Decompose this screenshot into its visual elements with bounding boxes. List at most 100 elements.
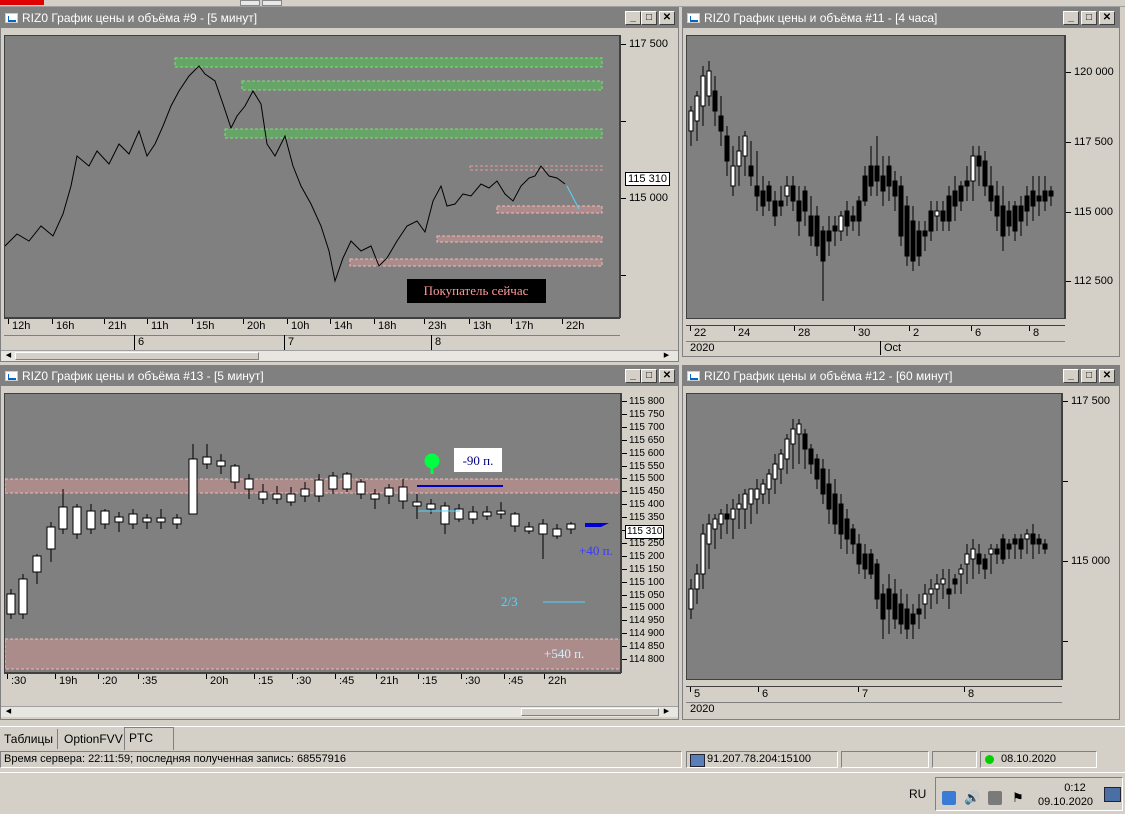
scroll-thumb[interactable] [15, 352, 259, 360]
minimize-button[interactable]: _ [1063, 369, 1079, 383]
candle-body [694, 95, 700, 122]
scroll-left-arrow[interactable]: ◀ [3, 351, 14, 361]
price-plot[interactable] [686, 35, 1065, 319]
scroll-right-arrow[interactable]: ▶ [661, 351, 672, 361]
candle [808, 196, 814, 246]
y-axis-tick [622, 439, 627, 441]
candle [440, 502, 450, 534]
maximize-button[interactable]: □ [641, 369, 657, 383]
title-bar[interactable]: RIZ0 График цены и объёма #13 - [5 минут… [1, 366, 678, 386]
candle [188, 444, 198, 515]
top-strip-button-1[interactable] [240, 0, 260, 6]
maximize-button[interactable]: □ [1081, 11, 1097, 25]
close-button[interactable]: ✕ [659, 369, 675, 383]
y-axis-tick [622, 607, 627, 609]
minimize-button[interactable]: _ [1063, 11, 1079, 25]
x-axis-label: 7 [862, 688, 869, 700]
price-plot[interactable]: Покупатель сейчас [4, 35, 620, 318]
candle [1018, 196, 1024, 236]
close-button[interactable]: ✕ [1099, 11, 1115, 25]
clock-time[interactable]: 0:12 [1050, 782, 1100, 794]
price-line [5, 65, 566, 283]
minimize-button[interactable]: _ [625, 369, 641, 383]
candle-body [856, 543, 862, 565]
top-strip-button-2[interactable] [262, 0, 282, 6]
horizontal-scrollbar[interactable]: ◀ ▶ [1, 706, 678, 717]
close-button[interactable]: ✕ [1099, 369, 1115, 383]
candle [454, 504, 464, 522]
candle-body [952, 190, 958, 207]
candle-body [142, 517, 152, 523]
candle-body [172, 517, 182, 525]
candle [802, 186, 808, 226]
x-axis-label: 16h [56, 320, 75, 332]
candle [934, 201, 940, 231]
price-plot[interactable]: -90 п. +40 п. 2/3 +540 п. [4, 393, 621, 673]
candle [898, 176, 904, 246]
horizontal-scrollbar[interactable]: ◀ ▶ [1, 350, 678, 361]
minimize-button[interactable]: _ [625, 11, 641, 25]
candle-body [994, 195, 1000, 217]
status-empty-panel [932, 751, 977, 768]
candle [100, 509, 110, 529]
window-chart-icon [687, 371, 700, 381]
y-axis-label: 117 500 [629, 38, 668, 50]
title-bar[interactable]: RIZ0 График цены и объёма #11 - [4 часа]… [683, 8, 1119, 28]
price-chart-svg: Покупатель сейчас [5, 57, 603, 303]
plus40-label: +40 п. [579, 543, 613, 558]
flag-icon[interactable]: ⚑ [1012, 791, 1026, 805]
candle [736, 494, 742, 529]
candle [850, 206, 856, 231]
clock-date[interactable]: 09.10.2020 [1038, 796, 1093, 808]
x-axis-tick [335, 674, 336, 679]
tab-tables[interactable]: Таблицы [0, 729, 59, 749]
window-chart-icon [687, 13, 700, 23]
show-desktop-icon[interactable] [1104, 787, 1121, 802]
candle [1006, 201, 1012, 236]
x-axis-label: 15h [196, 320, 215, 332]
candle-body [910, 220, 916, 262]
candle-body [700, 75, 706, 107]
candle [1036, 176, 1042, 216]
candle-body [1012, 538, 1018, 545]
chart-window-12: RIZ0 График цены и объёма #12 - [60 мину… [682, 365, 1120, 720]
close-button[interactable]: ✕ [659, 11, 675, 25]
y-axis-label: 114 850 [629, 641, 665, 653]
y-axis-label: 120 000 [1074, 66, 1114, 78]
price-plot[interactable] [686, 393, 1062, 680]
title-bar[interactable]: RIZ0 График цены и объёма #9 - [5 минут]… [1, 8, 678, 28]
scroll-thumb[interactable] [521, 708, 659, 716]
candle-body [700, 533, 706, 575]
window-title: RIZ0 График цены и объёма #12 - [60 мину… [704, 369, 953, 383]
maximize-button[interactable]: □ [641, 11, 657, 25]
scroll-right-arrow[interactable]: ▶ [661, 707, 672, 717]
maximize-button[interactable]: □ [1081, 369, 1097, 383]
scroll-left-arrow[interactable]: ◀ [3, 707, 14, 717]
tab-optionfvv[interactable]: OptionFVV [60, 729, 128, 749]
candle-body [976, 553, 982, 565]
x-axis-tick [7, 674, 8, 679]
candle-body [844, 210, 850, 227]
date-label: 7 [288, 336, 295, 348]
volume-icon[interactable]: 🔊 [964, 791, 980, 805]
x-axis-label: 30 [858, 327, 871, 339]
chart-window-13: RIZ0 График цены и объёма #13 - [5 минут… [0, 365, 679, 720]
candle-body [868, 553, 874, 575]
candle-body [18, 578, 28, 615]
candle-body [86, 510, 96, 530]
candle [964, 166, 970, 201]
candle [742, 131, 748, 176]
y-axis-tick [622, 517, 627, 519]
tab-ptc[interactable]: PTC [124, 727, 174, 750]
candle [32, 554, 42, 584]
language-indicator[interactable]: RU [909, 787, 926, 801]
candle-body [754, 185, 760, 197]
x-axis: 22 24 28 30 2 6 8 2020 Oct [686, 325, 1065, 355]
candle-body [940, 578, 946, 585]
candle [898, 589, 904, 634]
network-tray-icon[interactable] [988, 791, 1002, 805]
window-title: RIZ0 График цены и объёма #13 - [5 минут… [22, 369, 264, 383]
title-bar[interactable]: RIZ0 График цены и объёма #12 - [60 мину… [683, 366, 1119, 386]
app-tray-icon[interactable] [942, 791, 956, 805]
candle [748, 141, 754, 186]
